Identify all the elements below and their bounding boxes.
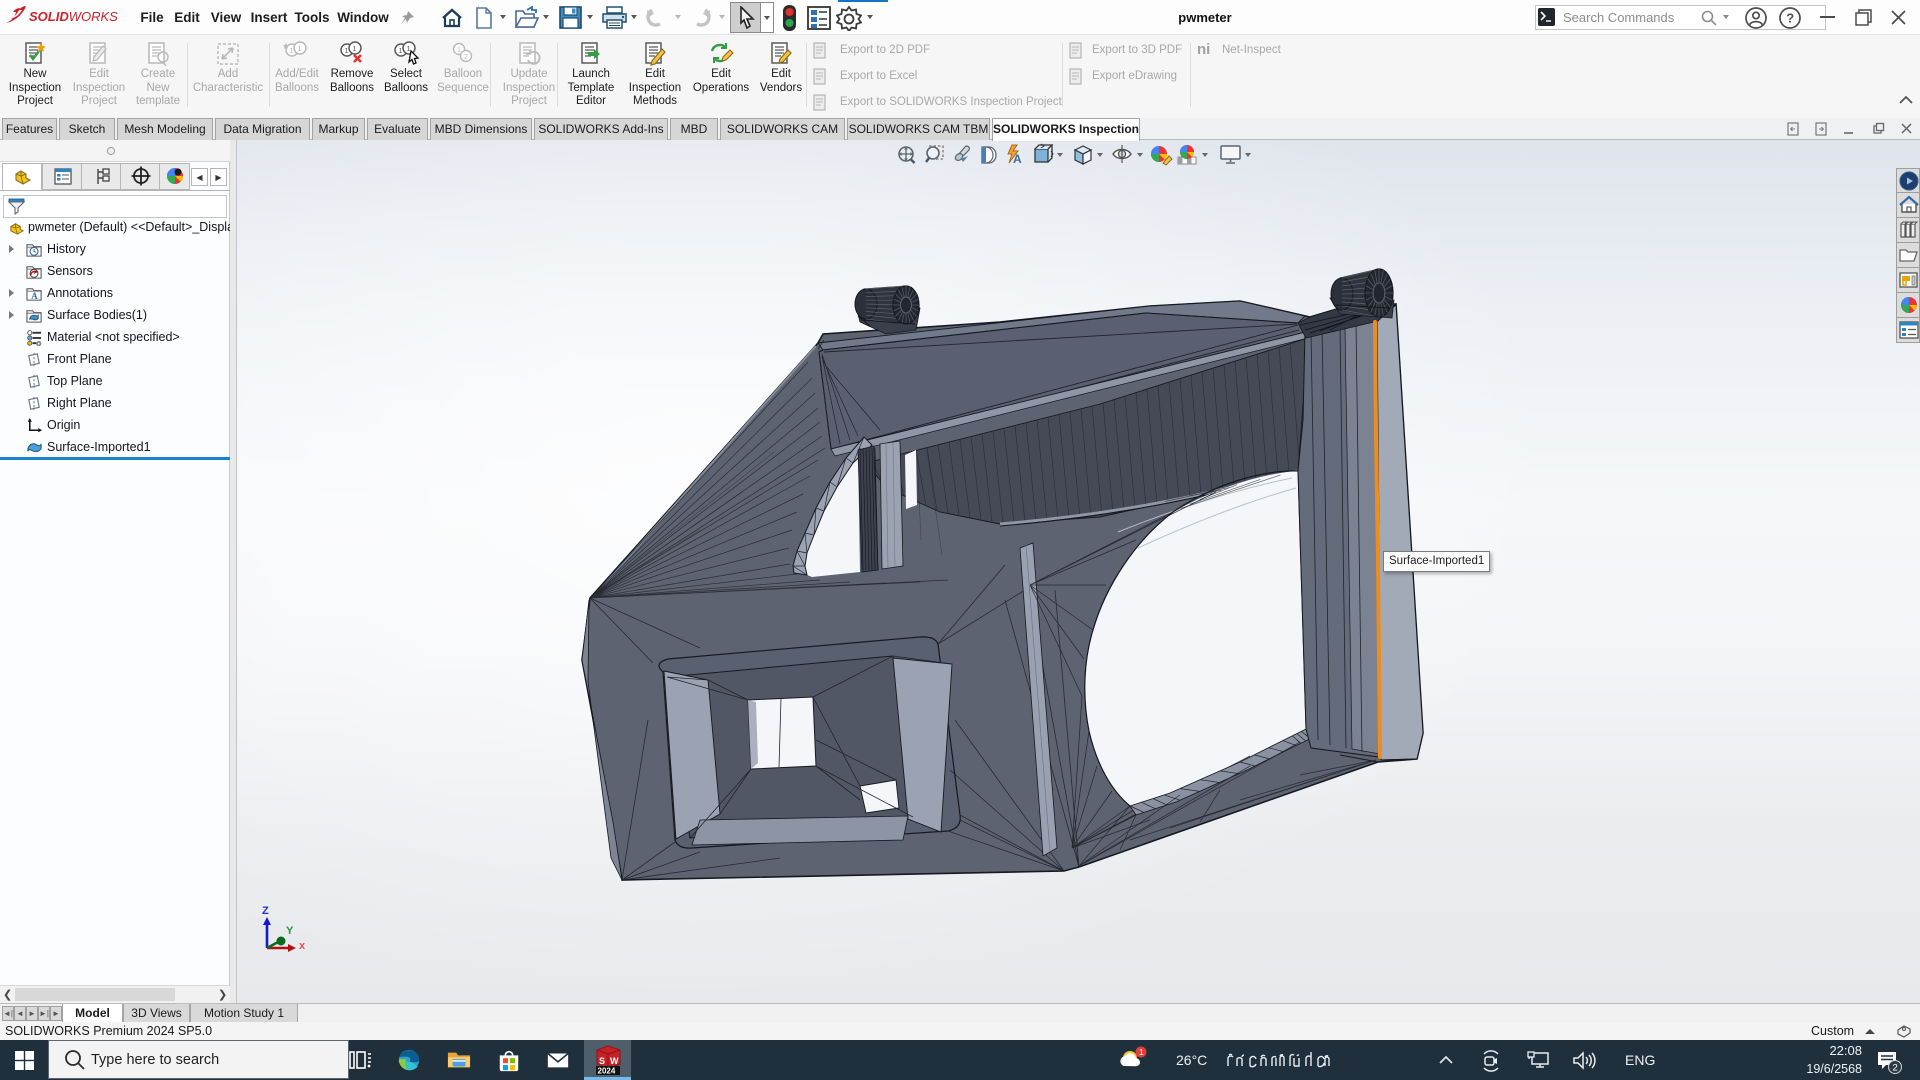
- svg-text:1: 1: [407, 46, 411, 53]
- svg-text:SOLIDWORKS: SOLIDWORKS: [29, 9, 118, 24]
- svg-text:2: 2: [1893, 1063, 1898, 1074]
- svg-text:2: 2: [464, 54, 468, 61]
- svg-text:2024: 2024: [598, 1067, 616, 1076]
- svg-text:1: 1: [290, 48, 294, 55]
- svg-text:A: A: [31, 291, 38, 301]
- svg-text:1: 1: [345, 48, 349, 55]
- svg-text:?: ?: [1786, 11, 1794, 26]
- svg-text:W: W: [610, 1056, 619, 1066]
- svg-text:1: 1: [399, 48, 403, 55]
- svg-text:1: 1: [298, 46, 302, 53]
- svg-text:x: x: [299, 940, 306, 952]
- svg-text:S: S: [599, 1056, 605, 1066]
- svg-text:A: A: [1013, 152, 1022, 166]
- svg-text:Y: Y: [286, 925, 294, 937]
- svg-text:1: 1: [353, 46, 357, 53]
- svg-text:Z: Z: [262, 905, 269, 917]
- svg-text:1: 1: [457, 47, 461, 54]
- svg-text:1: 1: [1139, 1047, 1144, 1057]
